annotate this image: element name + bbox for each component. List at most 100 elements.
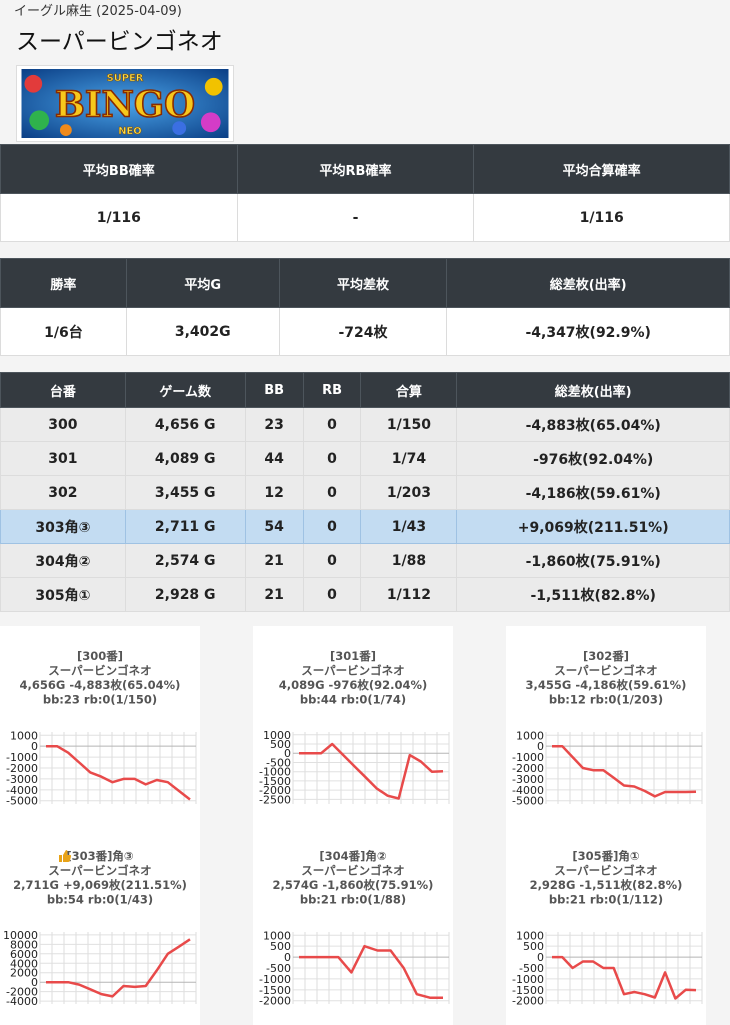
- header-combined: 合算: [360, 372, 458, 408]
- store-date-label: イーグル麻生 (2025-04-09): [14, 4, 182, 19]
- machine-chart-card: [305番]角① スーパービンゴネオ 2,928G -1,511枚(82.8%) bb…: [506, 826, 706, 1025]
- header-machine-no: 台番: [0, 372, 126, 408]
- y-tick-label: -5000: [512, 795, 544, 808]
- table-row[interactable]: 304角② 2,574 G 21 0 1/88 -1,860枚(75.91%): [0, 543, 730, 578]
- cell-total-diff: -4,186枚(59.61%): [456, 475, 730, 510]
- machine-chart-card: [303番]角③ スーパービンゴネオ 2,711G +9,069枚(211.51%)…: [0, 826, 200, 1025]
- cell-combined: 1/74: [360, 441, 458, 476]
- cell-rb: 0: [302, 441, 362, 476]
- difference-line-chart: [303番]角③スーパービンゴネオ2,711G +9,069枚(211.51%)…: [3, 849, 197, 1008]
- header-avg-bb: 平均BB確率: [0, 144, 238, 194]
- y-tick-label: -4000: [6, 995, 38, 1008]
- chart-title-line: [300番]: [77, 649, 123, 663]
- header-total-diff-rate: 総差枚(出率): [456, 372, 730, 408]
- cell-machine-no: 301: [0, 441, 126, 476]
- chart-title-line: [305番]角①: [572, 849, 639, 863]
- cell-bb: 21: [244, 543, 304, 578]
- win-rate-value: 1/6台: [0, 307, 127, 356]
- chart-title-line: bb:12 rb:0(1/203): [549, 693, 663, 707]
- avg-rb-value: -: [236, 193, 475, 242]
- cell-bb: 54: [244, 509, 304, 544]
- total-diff-value: -4,347枚(92.9%): [446, 307, 730, 356]
- chart-title-line: スーパービンゴネオ: [48, 664, 151, 678]
- difference-line-chart: [305番]角①スーパービンゴネオ2,928G -1,511枚(82.8%)bb…: [512, 849, 703, 1008]
- chart-title-line: スーパービンゴネオ: [301, 664, 404, 678]
- chart-title-line: bb:23 rb:0(1/150): [43, 693, 157, 707]
- cell-total-diff: -976枚(92.04%): [456, 441, 730, 476]
- chart-title-line: 2,574G -1,860枚(75.91%): [273, 878, 434, 892]
- header-avg-combined: 平均合算確率: [473, 144, 730, 194]
- chart-title-line: [304番]角②: [319, 849, 386, 863]
- chart-title-line: スーパービンゴネオ: [554, 664, 657, 678]
- table-row[interactable]: 300 4,656 G 23 0 1/150 -4,883枚(65.04%): [0, 407, 730, 442]
- chart-title-line: スーパービンゴネオ: [48, 864, 151, 878]
- machine-banner: SUPER BINGO NEO: [16, 65, 234, 142]
- cell-machine-no: 302: [0, 475, 126, 510]
- cell-rb: 0: [302, 407, 362, 442]
- cell-bb: 44: [244, 441, 304, 476]
- y-tick-label: -2500: [259, 793, 291, 806]
- chart-title-line: [302番]: [583, 649, 629, 663]
- cell-total-diff: -1,860枚(75.91%): [456, 543, 730, 578]
- table-row[interactable]: 305角① 2,928 G 21 0 1/112 -1,511枚(82.8%): [0, 577, 730, 612]
- cell-combined: 1/43: [360, 509, 458, 544]
- avg-bb-value: 1/116: [0, 193, 238, 242]
- cell-total-diff: -1,511枚(82.8%): [456, 577, 730, 612]
- table-row[interactable]: 302 3,455 G 12 0 1/203 -4,186枚(59.61%): [0, 475, 730, 510]
- header-total-diff: 総差枚(出率): [446, 258, 730, 308]
- chart-title-line: 4,089G -976枚(92.04%): [279, 678, 428, 692]
- cell-combined: 1/88: [360, 543, 458, 578]
- machine-chart-card: [300番] スーパービンゴネオ 4,656G -4,883枚(65.04%) bb:…: [0, 626, 200, 826]
- chart-title-line: [301番]: [330, 649, 376, 663]
- chart-title-line: スーパービンゴネオ: [301, 864, 404, 878]
- cell-total-diff: +9,069枚(211.51%): [456, 509, 730, 544]
- header-games: ゲーム数: [124, 372, 246, 408]
- cell-combined: 1/150: [360, 407, 458, 442]
- header-avg-games: 平均G: [125, 258, 280, 308]
- machine-chart-card: [302番] スーパービンゴネオ 3,455G -4,186枚(59.61%) bb:…: [506, 626, 706, 826]
- table-row[interactable]: 303角③ 2,711 G 54 0 1/43 +9,069枚(211.51%): [0, 509, 730, 544]
- cell-machine-no: 304角②: [0, 543, 126, 578]
- series-line: [552, 955, 697, 1000]
- table-row[interactable]: 301 4,089 G 44 0 1/74 -976枚(92.04%): [0, 441, 730, 476]
- machines-table: 台番 ゲーム数 BB RB 合算 総差枚(出率) 300 4,656 G 23 0 1/…: [0, 372, 730, 612]
- y-tick-label: -2000: [259, 995, 291, 1008]
- series-line: [552, 744, 697, 798]
- chart-title-line: bb:54 rb:0(1/43): [47, 893, 153, 907]
- chart-title-line: 4,656G -4,883枚(65.04%): [20, 678, 181, 692]
- avg-games-value: 3,402G: [125, 307, 280, 356]
- cell-games: 2,574 G: [124, 543, 246, 578]
- header-bb: BB: [244, 372, 304, 408]
- svg-text:NEO: NEO: [118, 126, 141, 137]
- cell-rb: 0: [302, 577, 362, 612]
- cell-total-diff: -4,883枚(65.04%): [456, 407, 730, 442]
- svg-text:BINGO: BINGO: [55, 84, 195, 125]
- cell-machine-no: 305角①: [0, 577, 126, 612]
- summary-probability-table: 平均BB確率 平均RB確率 平均合算確率 1/116 - 1/116: [0, 144, 730, 242]
- chart-title-line: 3,455G -4,186枚(59.61%): [526, 678, 687, 692]
- cell-bb: 23: [244, 407, 304, 442]
- bingo-logo-image: SUPER BINGO NEO: [21, 69, 229, 138]
- header-avg-diff: 平均差枚: [278, 258, 448, 308]
- svg-text:SUPER: SUPER: [107, 73, 144, 84]
- page-title: スーパービンゴネオ: [16, 29, 223, 55]
- cell-games: 4,089 G: [124, 441, 246, 476]
- chart-title-line: 2,711G +9,069枚(211.51%): [13, 878, 187, 892]
- cell-rb: 0: [302, 543, 362, 578]
- avg-diff-value: -724枚: [278, 307, 448, 356]
- cell-machine-no: 300: [0, 407, 126, 442]
- cell-bb: 12: [244, 475, 304, 510]
- chart-title-line: bb:44 rb:0(1/74): [300, 693, 406, 707]
- cell-games: 4,656 G: [124, 407, 246, 442]
- difference-line-chart: [301番]スーパービンゴネオ4,089G -976枚(92.04%)bb:44…: [259, 649, 450, 806]
- cell-games: 2,928 G: [124, 577, 246, 612]
- cell-rb: 0: [302, 475, 362, 510]
- cell-games: 3,455 G: [124, 475, 246, 510]
- series-line: [46, 938, 191, 998]
- chart-title-line: スーパービンゴネオ: [554, 864, 657, 878]
- difference-line-chart: [302番]スーパービンゴネオ3,455G -4,186枚(59.61%)bb:…: [512, 649, 703, 808]
- summary-stats-table: 勝率 平均G 平均差枚 総差枚(出率) 1/6台 3,402G -724枚 -4…: [0, 258, 730, 356]
- cell-machine-no: 303角③: [0, 509, 126, 544]
- chart-title-line: 2,928G -1,511枚(82.8%): [530, 878, 683, 892]
- difference-line-chart: [300番]スーパービンゴネオ4,656G -4,883枚(65.04%)bb:…: [6, 649, 197, 808]
